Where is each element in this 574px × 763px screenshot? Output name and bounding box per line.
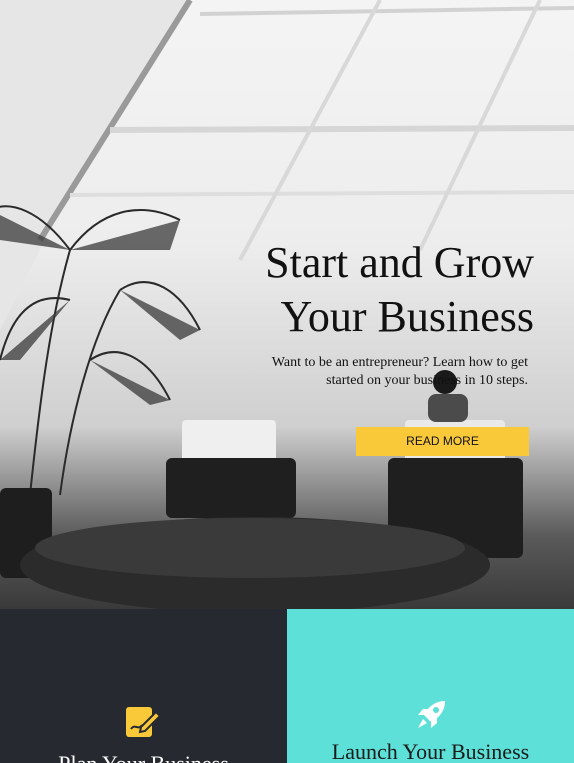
feature-panels: Plan Your Business Launch Your Business — [0, 609, 574, 763]
rocket-icon — [418, 701, 445, 728]
hero-title: Start and Grow Your Business — [234, 236, 534, 344]
panel-title-plan: Plan Your Business — [0, 751, 287, 763]
panel-launch-business[interactable]: Launch Your Business — [287, 609, 574, 763]
read-more-button[interactable]: READ MORE — [356, 427, 529, 456]
panel-plan-business[interactable]: Plan Your Business — [0, 609, 287, 763]
pencil-document-icon — [126, 707, 162, 737]
panel-title-launch: Launch Your Business — [331, 739, 530, 763]
hero-section: Start and Grow Your Business Want to be … — [0, 0, 574, 609]
hero-title-line1: Start and Grow — [265, 238, 534, 287]
hero-subtitle: Want to be an entrepreneur? Learn how to… — [271, 355, 528, 388]
hero-text-block: Start and Grow Your Business Want to be … — [234, 236, 534, 390]
hero-title-line2: Your Business — [280, 292, 535, 341]
